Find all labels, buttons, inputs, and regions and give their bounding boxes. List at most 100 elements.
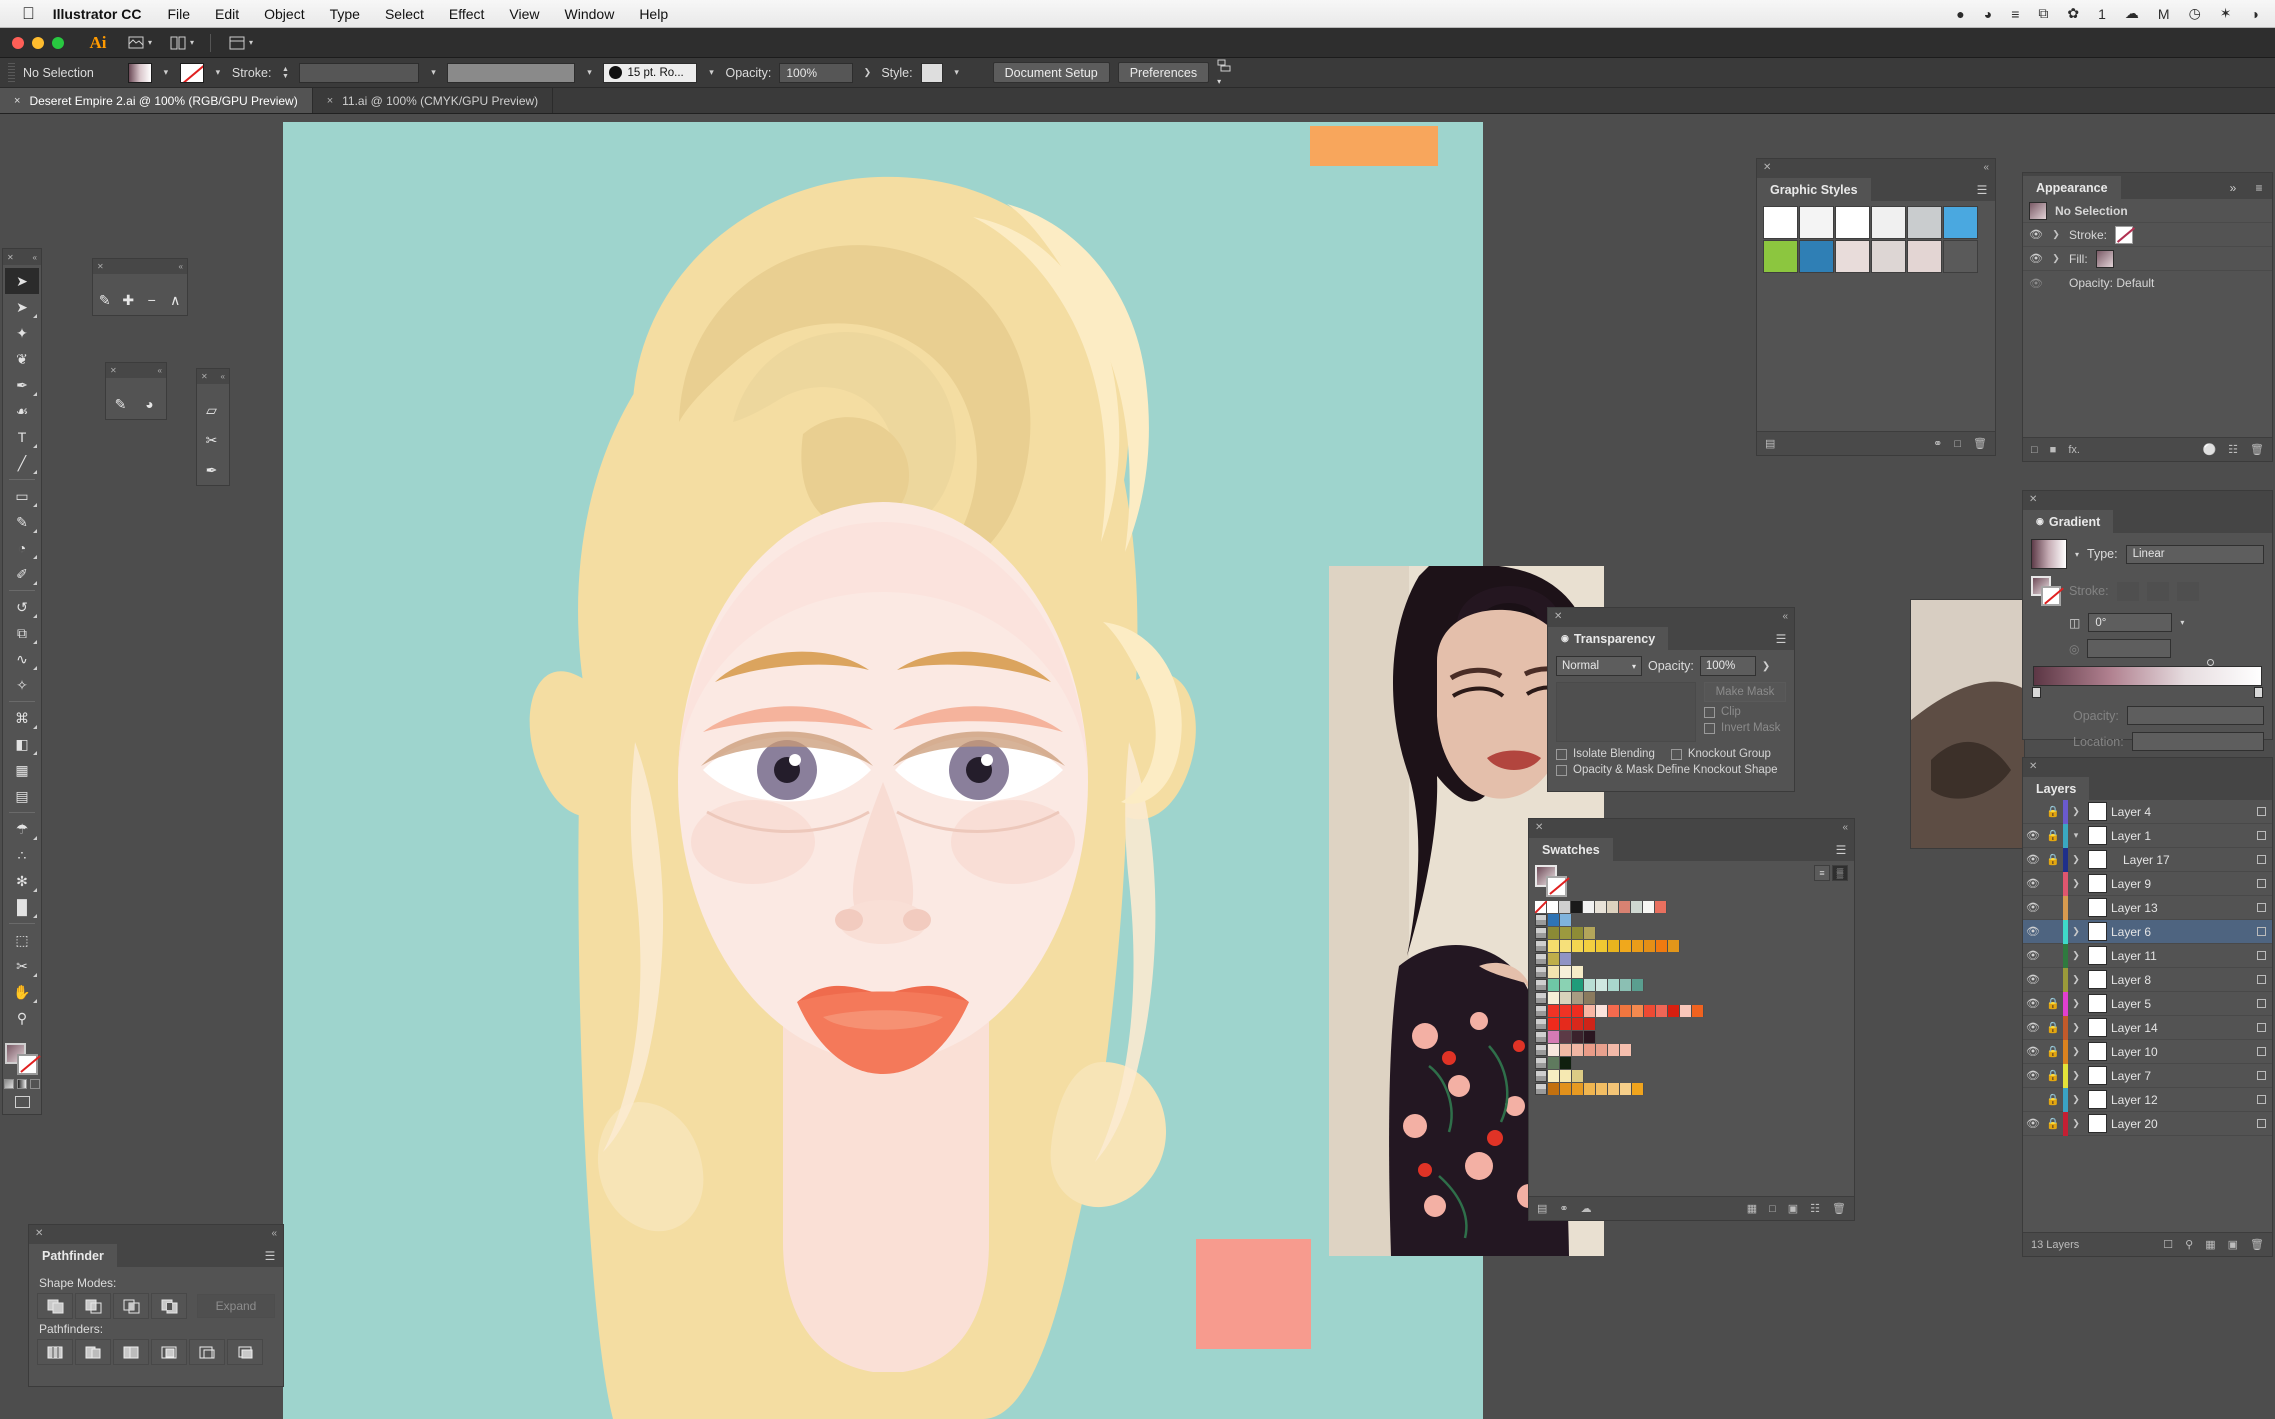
blob-brush-tool[interactable]: ◕ [135,389,164,419]
collapse-icon[interactable]: « [1983,162,1989,173]
add-new-fill-icon[interactable]: ■ [2050,444,2057,456]
zoom-tool[interactable]: ⚲ [5,1005,39,1031]
color-group-icon[interactable] [1535,1083,1547,1095]
cloud-icon[interactable]: ☁ [2125,5,2139,22]
workspace-icon[interactable]: ▾ [229,36,253,50]
swatch-cell[interactable] [1548,1005,1560,1017]
swatch-cell[interactable] [1584,940,1596,952]
disclosure-triangle-icon[interactable]: ❯ [2068,1070,2084,1081]
collapse-icon[interactable]: « [1842,822,1848,833]
layer-row[interactable]: 👁 ❯ Layer 9 [2023,871,2272,896]
panel-menu-icon[interactable]: ☰ [1969,178,1995,201]
lock-icon[interactable]: 🔒 [2043,1021,2063,1034]
graphic-style-swatch[interactable] [1943,240,1978,273]
add-anchor-point-tool[interactable]: ✚ [117,285,141,315]
isolate-blending-checkbox[interactable] [1556,748,1567,760]
clip-checkbox-row[interactable]: Clip [1704,706,1786,718]
gradient-opacity-field[interactable] [2126,706,2264,725]
color-group-icon[interactable] [1535,1005,1547,1017]
arrange-documents-icon[interactable]: ▾ [170,36,194,50]
layer-row[interactable]: 🔒 ❯ Layer 12 [2023,1087,2272,1112]
scale-tool[interactable]: ⧉ [5,620,39,646]
eye-icon[interactable]: 👁 [2023,901,2043,914]
swatch-cell[interactable] [1572,1083,1584,1095]
disclosure-triangle-icon[interactable]: ❯ [2068,1094,2084,1105]
color-group-icon[interactable] [1535,979,1547,991]
swatch-cell[interactable] [1608,940,1620,952]
layer-row[interactable]: 👁 ❯ Layer 8 [2023,967,2272,992]
swatch-cell[interactable] [1583,901,1595,913]
wechat-icon[interactable]: ✿ [2067,5,2079,22]
wifi-icon[interactable]: ◑ [2251,6,2259,22]
swatch-cell[interactable] [1608,979,1620,991]
swatch-cell[interactable] [1560,1070,1572,1082]
knockout-group-checkbox[interactable] [1670,748,1682,760]
fill-chevron-down-icon[interactable]: ▾ [160,63,172,83]
gradient-tool[interactable]: ▤ [5,783,39,809]
document-setup-button[interactable]: Document Setup [992,62,1110,83]
expand-button[interactable]: Expand [197,1294,275,1318]
swatch-cell[interactable] [1572,1005,1584,1017]
blob-brush-tool[interactable]: ✐ [5,561,39,587]
close-icon[interactable]: ✕ [97,262,104,271]
delete-style-icon[interactable]: 🗑 [1973,437,1987,450]
swatch-cell[interactable] [1584,1018,1596,1030]
knockout-shape-checkbox[interactable] [1556,764,1567,776]
clock-icon[interactable]: ◷ [2189,5,2201,22]
graphic-style-swatch[interactable] [1871,206,1906,239]
swatch-cell[interactable] [1656,1005,1668,1017]
swatch-cell[interactable] [1560,979,1572,991]
swatch-cell[interactable] [1572,966,1584,978]
document-tab-active[interactable]: × Deseret Empire 2.ai @ 100% (RGB/GPU Pr… [0,88,313,113]
layer-row[interactable]: 👁 🔒 ❯ Layer 7 [2023,1063,2272,1088]
layer-row[interactable]: 👁 🔒 ❯ Layer 5 [2023,991,2272,1016]
swatch-cell[interactable] [1608,1005,1620,1017]
add-new-effect-icon[interactable]: fx. [2068,444,2080,456]
swatch-cell[interactable] [1596,1083,1608,1095]
swatch-cell[interactable] [1644,940,1656,952]
eye-icon[interactable]: 👁 [2023,997,2043,1010]
eye-icon[interactable]: 👁 [2029,277,2043,290]
panel-close-bar[interactable]: ✕ [2023,491,2272,507]
swatch-cell[interactable] [1608,1083,1620,1095]
preferences-button[interactable]: Preferences [1117,62,1210,83]
object-thumbnail[interactable] [1556,682,1696,742]
swatch-cell[interactable] [1572,927,1584,939]
control-bar-grip[interactable] [8,62,15,83]
trim-button[interactable] [75,1339,111,1365]
minimize-window-button[interactable] [32,36,44,49]
swatch-cell[interactable] [1548,940,1560,952]
bluetooth-icon[interactable]: ✶ [2220,5,2232,22]
swatch-cell[interactable] [1584,1083,1596,1095]
swatch-cell[interactable] [1668,940,1680,952]
penguin-icon[interactable]: ● [1956,6,1964,22]
swatch-cell[interactable] [1560,1044,1572,1056]
lock-icon[interactable]: 🔒 [2043,853,2063,866]
disclosure-triangle-icon[interactable]: ❯ [2068,1046,2084,1057]
rectangle-tool[interactable]: ▭ [5,483,39,509]
stroke-within-button[interactable] [2116,581,2139,601]
delete-swatch-icon[interactable]: 🗑 [1832,1202,1846,1215]
chevron-right-icon[interactable]: ❯ [2051,229,2061,240]
swatch-cell[interactable] [1632,1083,1644,1095]
swatch-cell[interactable] [1560,1083,1572,1095]
gradient-stop-end[interactable] [2254,687,2263,698]
gradient-icon[interactable] [17,1079,27,1089]
duplicate-item-icon[interactable]: ☷ [2228,443,2238,456]
swatch-cell[interactable] [1560,914,1572,926]
layer-row[interactable]: 👁 ❯ Layer 6 [2023,919,2272,944]
swatch-cell[interactable] [1680,1005,1692,1017]
swatch-cell[interactable] [1572,1031,1584,1043]
color-group-icon[interactable] [1535,914,1547,926]
apple-icon[interactable]:  [22,5,35,22]
swatch-cell[interactable] [1655,901,1667,913]
stroke-weight-chevron-down-icon[interactable]: ▾ [427,63,439,83]
menu-object[interactable]: Object [264,6,304,22]
swatch-cell[interactable] [1584,992,1596,1004]
minus-front-button[interactable] [75,1293,111,1319]
disclosure-triangle-icon[interactable]: ❯ [2068,998,2084,1009]
screen-mode-button[interactable] [3,1093,41,1114]
type-tool[interactable]: T [5,424,39,450]
swatch-cell[interactable] [1644,1005,1656,1017]
none-icon[interactable] [30,1079,40,1089]
